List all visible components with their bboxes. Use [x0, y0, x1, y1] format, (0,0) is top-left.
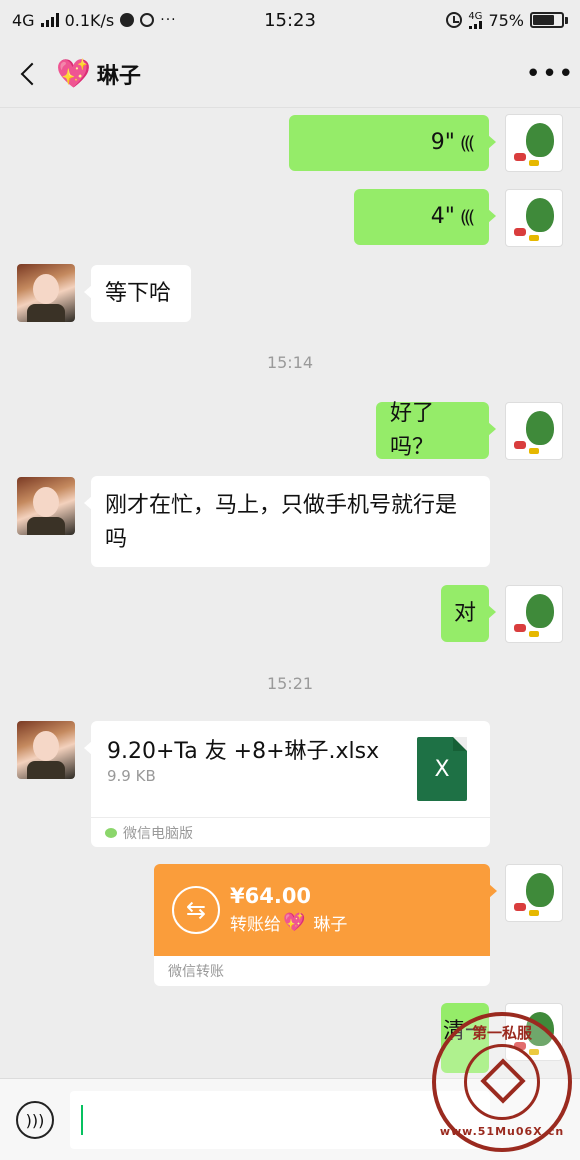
voice-wave-icon: ))) — [462, 133, 475, 154]
sparkling-heart-icon: 💖 — [283, 912, 306, 933]
small-4g-icon: 4G — [468, 11, 482, 29]
timestamp: 15:21 — [266, 674, 314, 693]
transfer-arrows-icon: ⇆ — [172, 886, 220, 934]
chat-header: 💖 琳子 ••• — [0, 40, 580, 108]
watermark-inner-ring — [464, 1044, 540, 1120]
my-avatar[interactable] — [505, 402, 563, 460]
file-source-label: 微信电脑版 — [123, 825, 193, 842]
timestamp: 15:14 — [266, 353, 314, 372]
transfer-message-card[interactable]: ⇆ ¥64.00 转账给 💖 琳子 微信转账 — [154, 864, 497, 986]
voice-icon: ))) — [25, 1110, 45, 1130]
file-size: 9.9 KB — [107, 767, 156, 785]
my-avatar[interactable] — [505, 114, 563, 172]
voice-wave-icon: ))) — [462, 207, 475, 228]
message-text: 刚才在忙，马上，只做手机号就行是吗 — [105, 493, 458, 552]
file-message-card[interactable]: 9.20+Ta 友 +8+琳子.xlsx 9.9 KB X 微信电脑版 — [84, 721, 490, 847]
network-speed: 0.1K/s — [64, 10, 115, 30]
watermark-stamp: 第一私服 www.51Mu06X.cn — [432, 1012, 572, 1152]
watermark-logo-icon — [480, 1058, 526, 1104]
voice-message-9s[interactable]: 9" ))) — [289, 115, 496, 171]
alarm-icon — [446, 12, 463, 28]
contact-avatar[interactable] — [17, 721, 75, 779]
browser-icon — [140, 13, 155, 27]
wechat-icon — [105, 827, 117, 838]
watermark-top-text: 第一私服 — [471, 1024, 532, 1042]
more-dots-icon: ••• — [525, 58, 575, 89]
transfer-card-body: ⇆ ¥64.00 转账给 💖 琳子 — [154, 864, 497, 956]
message-text: 等下哈 — [105, 280, 172, 306]
message-text: 好了吗？ — [390, 400, 435, 460]
my-avatar[interactable] — [505, 585, 563, 643]
file-source: 微信电脑版 — [91, 817, 490, 847]
voice-input-button[interactable]: ))) — [16, 1101, 54, 1139]
voice-message-4s[interactable]: 4" ))) — [354, 189, 496, 245]
transfer-amount: ¥64.00 — [230, 884, 312, 908]
transfer-label: 微信转账 — [154, 956, 490, 986]
network-type: 4G — [12, 10, 35, 30]
qq-icon — [120, 13, 135, 27]
message-text: 对 — [453, 600, 476, 626]
message-bubble[interactable]: 刚才在忙，马上，只做手机号就行是吗 — [84, 476, 490, 567]
sparkling-heart-icon: 💖 — [56, 56, 91, 90]
battery-icon — [530, 12, 568, 28]
contact-avatar[interactable] — [17, 477, 75, 535]
more-options-button[interactable]: ••• — [520, 40, 580, 108]
file-name: 9.20+Ta 友 +8+琳子.xlsx — [107, 739, 380, 764]
message-bubble[interactable]: 等下哈 — [84, 265, 191, 322]
more-notifications-icon: ··· — [160, 12, 177, 28]
text-caret — [81, 1105, 83, 1135]
chevron-left-icon — [20, 62, 44, 85]
watermark-bottom-text: www.51Mu06X.cn — [439, 1125, 565, 1138]
back-button[interactable] — [0, 40, 56, 108]
excel-file-icon: X — [417, 737, 467, 801]
battery-percent: 75% — [488, 10, 524, 30]
message-input[interactable] — [70, 1091, 490, 1149]
chat-title: 琳子 — [96, 63, 141, 89]
voice-duration: 9" — [430, 130, 455, 155]
status-bar: 4G 0.1K/s ··· 15:23 4G 75% — [0, 0, 580, 40]
message-bubble[interactable]: 好了吗？ — [376, 401, 496, 460]
voice-duration: 4" — [430, 204, 455, 229]
message-bubble[interactable]: 对 — [441, 585, 496, 642]
my-avatar[interactable] — [505, 864, 563, 922]
contact-avatar[interactable] — [17, 264, 75, 322]
transfer-recipient: 转账给 💖 琳子 — [230, 912, 348, 935]
my-avatar[interactable] — [505, 189, 563, 247]
signal-icon — [40, 13, 59, 27]
